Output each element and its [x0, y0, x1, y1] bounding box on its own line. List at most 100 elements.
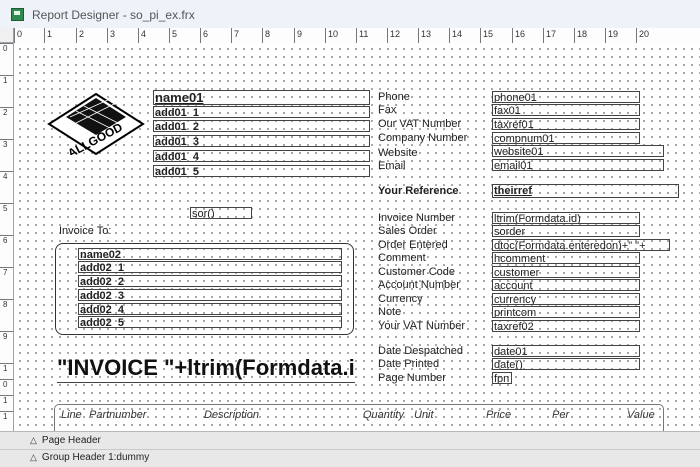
- field-add02-4[interactable]: add02_4: [78, 303, 342, 315]
- ruler-number: 16: [515, 29, 526, 39]
- field-phone01[interactable]: phone01: [492, 91, 640, 103]
- collapse-triangle-icon[interactable]: △: [30, 449, 37, 465]
- ruler-corner: [0, 28, 14, 43]
- field-compnum01[interactable]: compnum01: [492, 132, 640, 144]
- ruler-number: 0: [3, 380, 8, 389]
- ruler-number: 9: [297, 29, 303, 39]
- field-name02[interactable]: name02: [78, 248, 342, 260]
- band-group-header[interactable]: △ Group Header 1:dummy: [0, 449, 700, 466]
- ruler-number: 7: [3, 268, 8, 277]
- ruler-number: 1: [3, 76, 8, 85]
- label-date-printed: Date Printed: [378, 358, 440, 370]
- band-page-header[interactable]: △ Page Header: [0, 432, 700, 450]
- label-invoice-number: Invoice Number: [378, 212, 456, 224]
- field-entered-on[interactable]: dtoc(Formdata.enteredon)+" "+: [492, 239, 670, 251]
- col-price: Price: [486, 409, 512, 421]
- ruler-number: 2: [79, 29, 85, 39]
- field-page-number[interactable]: fpn: [492, 372, 512, 384]
- field-invoice-id[interactable]: ltrim(Formdata.id): [492, 212, 640, 224]
- ruler-number: 10: [328, 29, 339, 39]
- ruler-number: 9: [3, 332, 8, 341]
- ruler-number: 17: [546, 29, 557, 39]
- label-account-number: Account Number: [378, 279, 460, 291]
- vertical-ruler: 01234567891011: [0, 43, 14, 436]
- label-website: Website: [378, 147, 418, 159]
- ruler-number: 4: [141, 29, 147, 39]
- col-per: Per: [552, 409, 570, 421]
- label-your-vat: Your VAT Number: [378, 320, 466, 332]
- ruler-number: 1: [3, 396, 8, 405]
- label-customer-code: Customer Code: [378, 266, 456, 278]
- field-email01[interactable]: email01: [492, 159, 664, 171]
- ruler-number: 8: [265, 29, 271, 39]
- ruler-number: 1: [3, 412, 8, 421]
- ruler-number: 6: [3, 236, 8, 245]
- field-printcom[interactable]: printcom: [492, 306, 640, 318]
- invoice-title-expression[interactable]: "INVOICE "+ltrim(Formdata.id): [57, 354, 355, 382]
- col-line: Line: [61, 409, 82, 421]
- report-canvas[interactable]: ALLGOOD name01 add01_1 add01_2 add01_3 a…: [14, 43, 700, 431]
- label-note: Note: [378, 306, 402, 318]
- ruler-number: 5: [172, 29, 178, 39]
- label-phone: Phone: [378, 91, 410, 103]
- window-title: Report Designer - so_pi_ex.frx: [32, 8, 195, 22]
- field-theirref[interactable]: theirref: [492, 184, 679, 198]
- label-sales-order: Sales Order: [378, 225, 437, 237]
- col-value: Value: [627, 409, 655, 421]
- field-add01-3[interactable]: add01_3: [153, 135, 370, 147]
- ruler-number: 19: [608, 29, 619, 39]
- field-date01[interactable]: date01: [492, 345, 640, 357]
- band-panel: △ Page Header △ Group Header 1:dummy: [0, 431, 700, 467]
- field-name01[interactable]: name01: [153, 90, 370, 105]
- ruler-number: 14: [452, 29, 463, 39]
- label-our-vat: Our VAT Number: [378, 118, 462, 130]
- app-icon: [11, 8, 24, 21]
- field-sorder[interactable]: sorder: [492, 225, 640, 237]
- invoice-title-underline: [57, 382, 355, 383]
- label-currency: Currency: [378, 293, 423, 305]
- ruler-number: 20: [639, 29, 650, 39]
- field-add01-5[interactable]: add01_5: [153, 165, 370, 177]
- label-order-entered: Order Entered: [378, 239, 448, 251]
- label-comment: Comment: [378, 252, 426, 264]
- field-currency[interactable]: currency: [492, 293, 640, 305]
- label-email: Email: [378, 160, 406, 172]
- field-taxref02[interactable]: taxref02: [492, 320, 640, 332]
- ruler-number: 5: [3, 204, 8, 213]
- label-page-number: Page Number: [378, 372, 446, 384]
- field-add02-1[interactable]: add02_1: [78, 261, 342, 273]
- ruler-number: 1: [3, 364, 8, 373]
- field-add02-2[interactable]: add02_2: [78, 275, 342, 287]
- collapse-triangle-icon[interactable]: △: [30, 432, 37, 448]
- field-customer[interactable]: customer: [492, 266, 640, 278]
- field-add01-2[interactable]: add01_2: [153, 120, 370, 132]
- allgood-logo[interactable]: ALLGOOD: [46, 93, 146, 155]
- field-website01[interactable]: website01: [492, 145, 664, 157]
- field-fax01[interactable]: fax01: [492, 104, 640, 116]
- col-quantity: Quantity: [363, 409, 404, 421]
- ruler-number: 2: [3, 108, 8, 117]
- field-add01-1[interactable]: add01_1: [153, 106, 370, 118]
- ruler-number: 0: [17, 29, 23, 39]
- field-date-printed[interactable]: date(): [492, 358, 640, 370]
- ruler-number: 11: [359, 29, 369, 39]
- field-add02-3[interactable]: add02_3: [78, 289, 342, 301]
- ruler-number: 18: [577, 29, 588, 39]
- field-hcomment[interactable]: hcomment: [492, 252, 640, 264]
- field-account[interactable]: account: [492, 279, 640, 291]
- ruler-number: 6: [203, 29, 209, 39]
- title-bar: Report Designer - so_pi_ex.frx: [0, 0, 700, 29]
- field-add01-4[interactable]: add01_4: [153, 150, 370, 162]
- ruler-number: 3: [3, 140, 8, 149]
- field-taxref01[interactable]: taxref01: [492, 118, 640, 130]
- ruler-number: 0: [3, 44, 8, 53]
- horizontal-ruler: 0 1 2 3 4 5 6 7 8 9 10 11 12 13 14 15 16 17 18 19 20: [14, 28, 700, 44]
- band-page-header-label: Page Header: [41, 435, 101, 446]
- ruler-number: 12: [390, 29, 401, 39]
- invoice-to-label: Invoice To:: [59, 225, 112, 237]
- field-add02-5[interactable]: add02_5: [78, 316, 342, 328]
- label-company-number: Company Number: [378, 132, 468, 144]
- ruler-number: 15: [483, 29, 494, 39]
- field-sor[interactable]: sor(): [190, 207, 252, 219]
- ruler-number: 1: [47, 29, 53, 39]
